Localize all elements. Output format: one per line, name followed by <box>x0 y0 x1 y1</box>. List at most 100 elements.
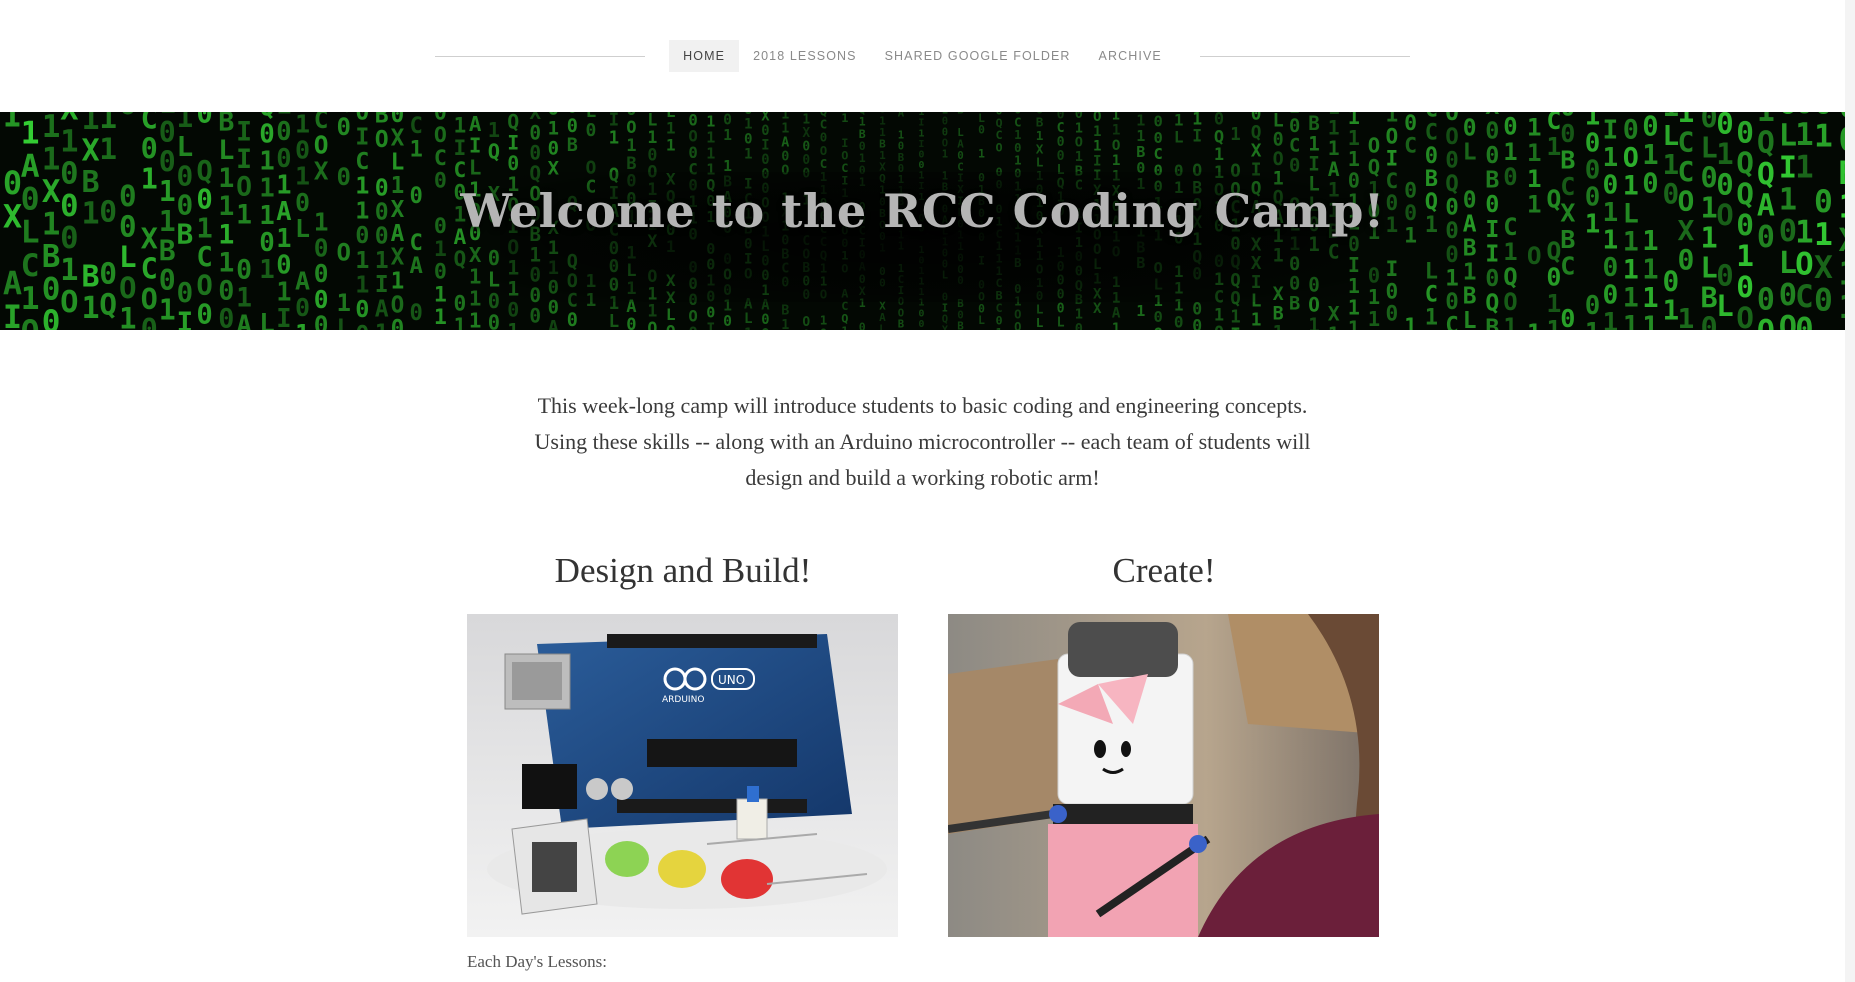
svg-text:X: X <box>723 328 732 330</box>
svg-text:I: I <box>1603 115 1619 145</box>
svg-text:1: 1 <box>666 136 676 155</box>
svg-text:1: 1 <box>42 141 61 177</box>
svg-text:A: A <box>295 267 310 296</box>
svg-text:L: L <box>1057 315 1065 330</box>
svg-text:I: I <box>609 112 620 130</box>
intro-line: This week-long camp will introduce stude… <box>537 393 1308 418</box>
svg-text:0: 0 <box>1560 119 1575 148</box>
svg-text:C: C <box>434 146 447 171</box>
svg-text:L: L <box>1174 127 1184 146</box>
svg-text:0: 0 <box>1585 128 1601 158</box>
svg-text:0: 0 <box>236 255 252 286</box>
feature-create: Create! <box>948 548 1380 937</box>
svg-text:0: 0 <box>1154 113 1163 131</box>
svg-text:Q: Q <box>1503 263 1517 291</box>
svg-text:C: C <box>1678 126 1695 159</box>
svg-text:0: 0 <box>688 144 697 162</box>
svg-text:C: C <box>410 113 423 139</box>
svg-text:C: C <box>1560 251 1575 280</box>
svg-text:I: I <box>3 112 22 135</box>
svg-text:1: 1 <box>21 281 40 317</box>
svg-text:0: 0 <box>337 113 351 141</box>
nav-divider-right <box>1199 55 1410 57</box>
top-navigation: HOME 2018 LESSONS SHARED GOOGLE FOLDER A… <box>0 0 1845 112</box>
svg-text:X: X <box>942 325 949 330</box>
svg-text:L: L <box>1463 140 1477 166</box>
svg-text:1: 1 <box>918 128 924 139</box>
nav-item-archive[interactable]: ARCHIVE <box>1085 40 1176 72</box>
svg-text:I: I <box>706 319 715 330</box>
nav-item-home[interactable]: HOME <box>669 40 740 72</box>
svg-text:O: O <box>196 271 212 302</box>
svg-text:0: 0 <box>410 300 423 326</box>
svg-text:0: 0 <box>1174 312 1184 330</box>
nav-item-shared-google-folder[interactable]: SHARED GOOGLE FOLDER <box>871 40 1085 72</box>
svg-text:0: 0 <box>314 285 329 314</box>
hero-banner: I0XAI01A0LC1OQ11X1B001X10001OO1XB1B11100… <box>0 112 1845 330</box>
svg-text:1: 1 <box>1642 311 1658 330</box>
svg-text:O: O <box>391 292 405 318</box>
svg-text:1: 1 <box>744 117 753 133</box>
svg-text:0: 0 <box>744 132 753 148</box>
svg-text:C: C <box>196 242 212 273</box>
svg-text:1: 1 <box>1546 132 1561 161</box>
page-scrollbar[interactable] <box>1845 0 1855 982</box>
svg-text:1: 1 <box>1036 328 1044 330</box>
svg-text:1: 1 <box>1795 117 1814 153</box>
svg-text:C: C <box>1795 279 1814 315</box>
feature-heading: Create! <box>1112 551 1216 590</box>
svg-text:1: 1 <box>1328 117 1340 140</box>
svg-text:O: O <box>1736 301 1754 330</box>
svg-text:B: B <box>957 320 964 330</box>
svg-text:0: 0 <box>1757 283 1775 318</box>
nav-item-2018-lessons[interactable]: 2018 LESSONS <box>739 40 871 72</box>
svg-text:B: B <box>781 304 789 319</box>
svg-text:0: 0 <box>159 264 176 297</box>
svg-text:1: 1 <box>1585 318 1601 330</box>
svg-text:X: X <box>1093 301 1102 317</box>
svg-text:1: 1 <box>1230 307 1240 327</box>
svg-text:0: 0 <box>1154 308 1163 326</box>
intro-paragraph: This week-long camp will introduce stude… <box>470 388 1375 496</box>
svg-text:1: 1 <box>1623 283 1639 314</box>
svg-text:I: I <box>177 305 194 330</box>
svg-text:C: C <box>1154 145 1163 163</box>
svg-text:0: 0 <box>1368 264 1380 288</box>
svg-text:0: 0 <box>1546 263 1561 292</box>
svg-text:L: L <box>259 309 275 330</box>
svg-text:O: O <box>1623 142 1639 173</box>
svg-text:1: 1 <box>469 265 482 289</box>
svg-text:0: 0 <box>295 293 310 322</box>
svg-text:1: 1 <box>609 129 620 149</box>
svg-text:1: 1 <box>781 318 789 330</box>
svg-text:A: A <box>410 253 423 279</box>
intro-line: Using these skills -- along with an Ardu… <box>534 429 1311 454</box>
svg-text:L: L <box>647 112 657 130</box>
svg-text:O: O <box>119 112 137 121</box>
svg-text:0: 0 <box>647 145 657 164</box>
svg-text:A: A <box>469 112 482 136</box>
svg-text:0: 0 <box>761 123 769 139</box>
svg-text:0: 0 <box>723 313 732 330</box>
svg-text:1: 1 <box>1308 314 1320 330</box>
svg-text:1: 1 <box>841 324 848 330</box>
svg-text:1: 1 <box>1603 143 1619 173</box>
svg-text:B: B <box>1463 284 1477 310</box>
svg-text:0: 0 <box>159 116 176 149</box>
svg-text:0: 0 <box>1463 115 1477 141</box>
svg-text:L: L <box>469 156 482 180</box>
arduino-board-photo: UNO ARDUINO <box>467 614 898 937</box>
svg-text:B: B <box>567 135 578 156</box>
svg-text:1: 1 <box>1623 255 1639 286</box>
svg-text:0: 0 <box>314 259 329 288</box>
svg-text:1: 1 <box>1503 313 1517 330</box>
svg-text:1: 1 <box>1093 124 1102 140</box>
svg-text:C: C <box>1404 133 1417 158</box>
svg-text:1: 1 <box>454 113 467 138</box>
svg-text:0: 0 <box>177 276 194 309</box>
svg-text:O: O <box>1112 138 1121 154</box>
svg-text:1: 1 <box>391 269 405 295</box>
svg-text:0: 0 <box>1623 114 1639 145</box>
svg-text:L: L <box>1273 112 1284 131</box>
svg-text:1: 1 <box>1057 329 1065 330</box>
